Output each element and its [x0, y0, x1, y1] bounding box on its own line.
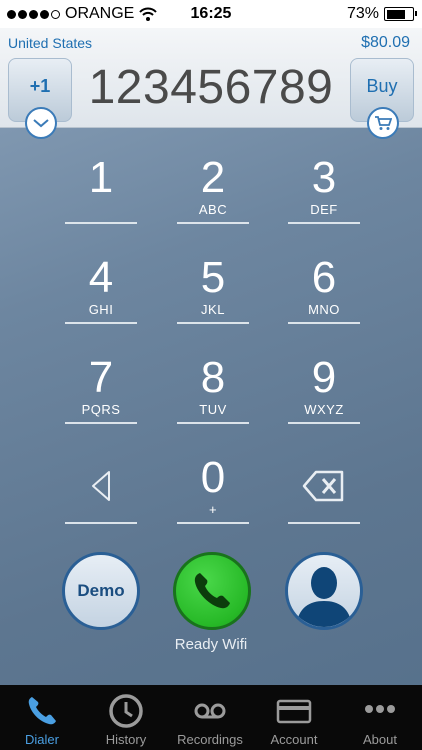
key-digit: 3 [311, 153, 337, 202]
country-code-label: +1 [29, 75, 51, 96]
contacts-button[interactable] [285, 552, 363, 630]
tab-history[interactable]: History [84, 685, 168, 750]
key-6[interactable]: 6 MNO [288, 228, 360, 324]
key-letters: MNO [308, 302, 340, 317]
key-4[interactable]: 4 GHI [65, 228, 137, 324]
connection-status: Ready Wifi [174, 636, 248, 653]
phone-icon [194, 573, 230, 609]
demo-label: Demo [77, 581, 125, 600]
key-digit: 6 [311, 253, 337, 302]
delete-key[interactable] [288, 428, 360, 524]
battery-icon [384, 7, 417, 21]
key-2[interactable]: 2 ABC [177, 128, 249, 224]
buy-credit-button[interactable]: Buy [350, 58, 414, 139]
key-letters: + [208, 502, 218, 517]
key-letters: DEF [310, 202, 338, 217]
key-digit: 4 [88, 253, 114, 302]
key-digit: 7 [88, 353, 114, 402]
key-letters: PQRS [81, 402, 121, 417]
country-code-button[interactable]: +1 [8, 58, 72, 139]
key-digit: 1 [88, 153, 114, 202]
clock-icon [109, 694, 143, 728]
key-0[interactable]: 0 + [177, 428, 249, 524]
status-bar: ORANGE 16:25 73% [0, 0, 422, 28]
keypad: 1 2 ABC 3 DEF 4 GHI 5 JKL 6 MNO 7 PQRS 8… [0, 128, 422, 548]
call-button[interactable] [173, 552, 251, 630]
tab-recordings[interactable]: Recordings [168, 685, 252, 750]
tab-about[interactable]: About [338, 685, 422, 750]
battery-info: 73% [346, 5, 417, 23]
key-digit: 8 [200, 353, 226, 402]
key-letters: WXYZ [304, 402, 344, 417]
tab-label: Dialer [25, 732, 59, 747]
tab-dialer[interactable]: Dialer [0, 685, 84, 750]
key-7[interactable]: 7 PQRS [65, 328, 137, 424]
key-digit: 5 [200, 253, 226, 302]
tab-label: Account [270, 732, 318, 747]
key-letters: TUV [199, 402, 227, 417]
key-3[interactable]: 3 DEF [288, 128, 360, 224]
backspace-icon [302, 470, 344, 502]
dialer-header: United States $80.09 +1 123456789 Buy [0, 28, 422, 139]
key-8[interactable]: 8 TUV [177, 328, 249, 424]
tab-bar: Dialer History Recordings Account About [0, 685, 422, 750]
tab-label: About [363, 732, 397, 747]
key-digit: 2 [200, 153, 226, 202]
key-letters: GHI [88, 302, 114, 317]
card-icon [276, 699, 312, 724]
voicemail-icon [194, 703, 226, 719]
country-selector[interactable]: United States [8, 35, 92, 51]
key-letters: ABC [198, 202, 228, 217]
back-key[interactable] [65, 428, 137, 524]
tab-label: History [105, 732, 147, 747]
key-digit: 9 [311, 353, 337, 402]
key-5[interactable]: 5 JKL [177, 228, 249, 324]
person-icon [296, 567, 352, 627]
tab-label: Recordings [177, 732, 243, 747]
phone-icon [28, 697, 56, 725]
key-digit: 0 [200, 453, 226, 502]
key-letters: JKL [201, 302, 225, 317]
buy-label: Buy [366, 75, 398, 96]
left-triangle-icon [92, 471, 110, 501]
demo-button[interactable]: Demo [62, 552, 140, 630]
key-1[interactable]: 1 [65, 128, 137, 224]
key-9[interactable]: 9 WXYZ [288, 328, 360, 424]
dialed-number: 123456789 [88, 61, 334, 114]
account-balance: $80.09 [361, 34, 410, 51]
battery-percent: 73% [346, 5, 379, 22]
tab-account[interactable]: Account [252, 685, 336, 750]
more-icon [365, 705, 395, 713]
